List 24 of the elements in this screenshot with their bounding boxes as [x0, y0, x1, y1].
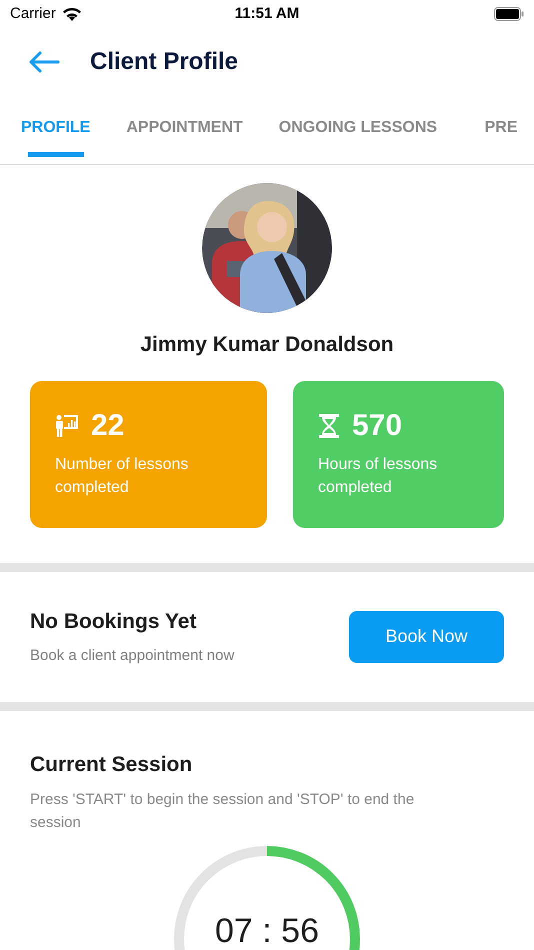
battery-icon: [494, 7, 524, 21]
stat-value: 570: [352, 410, 402, 440]
hourglass-icon: [318, 414, 340, 438]
session-timer: 07 : 56: [215, 914, 319, 948]
page-title: Client Profile: [90, 47, 238, 77]
bookings-subtitle: Book a client appointment now: [30, 646, 234, 666]
presentation-icon: [55, 414, 79, 438]
bookings-title: No Bookings Yet: [30, 608, 198, 634]
stat-value: 22: [91, 410, 124, 440]
session-description: Press 'START' to begin the session and 'STOP' to end the session: [30, 790, 416, 833]
stat-label: Number of lessons completed: [55, 454, 190, 498]
stat-label: Hours of lessons completed: [318, 454, 438, 498]
client-name: Jimmy Kumar Donaldson: [140, 332, 394, 358]
tab[interactable]: ONGOING LESSONS: [278, 116, 438, 157]
back-button[interactable]: [28, 50, 60, 74]
carrier-name: Carrier: [10, 4, 56, 24]
book-now-button[interactable]: Book Now: [349, 610, 504, 662]
tab[interactable]: PROFILE: [21, 116, 90, 157]
clock-time: 11:51 AM: [234, 4, 300, 24]
back-arrow-icon: [28, 50, 60, 74]
wifi-icon: [62, 7, 82, 21]
tab[interactable]: APPOINTMENT: [126, 116, 243, 157]
tab[interactable]: PRE: [473, 116, 530, 157]
session-title: Current Session: [30, 752, 194, 778]
